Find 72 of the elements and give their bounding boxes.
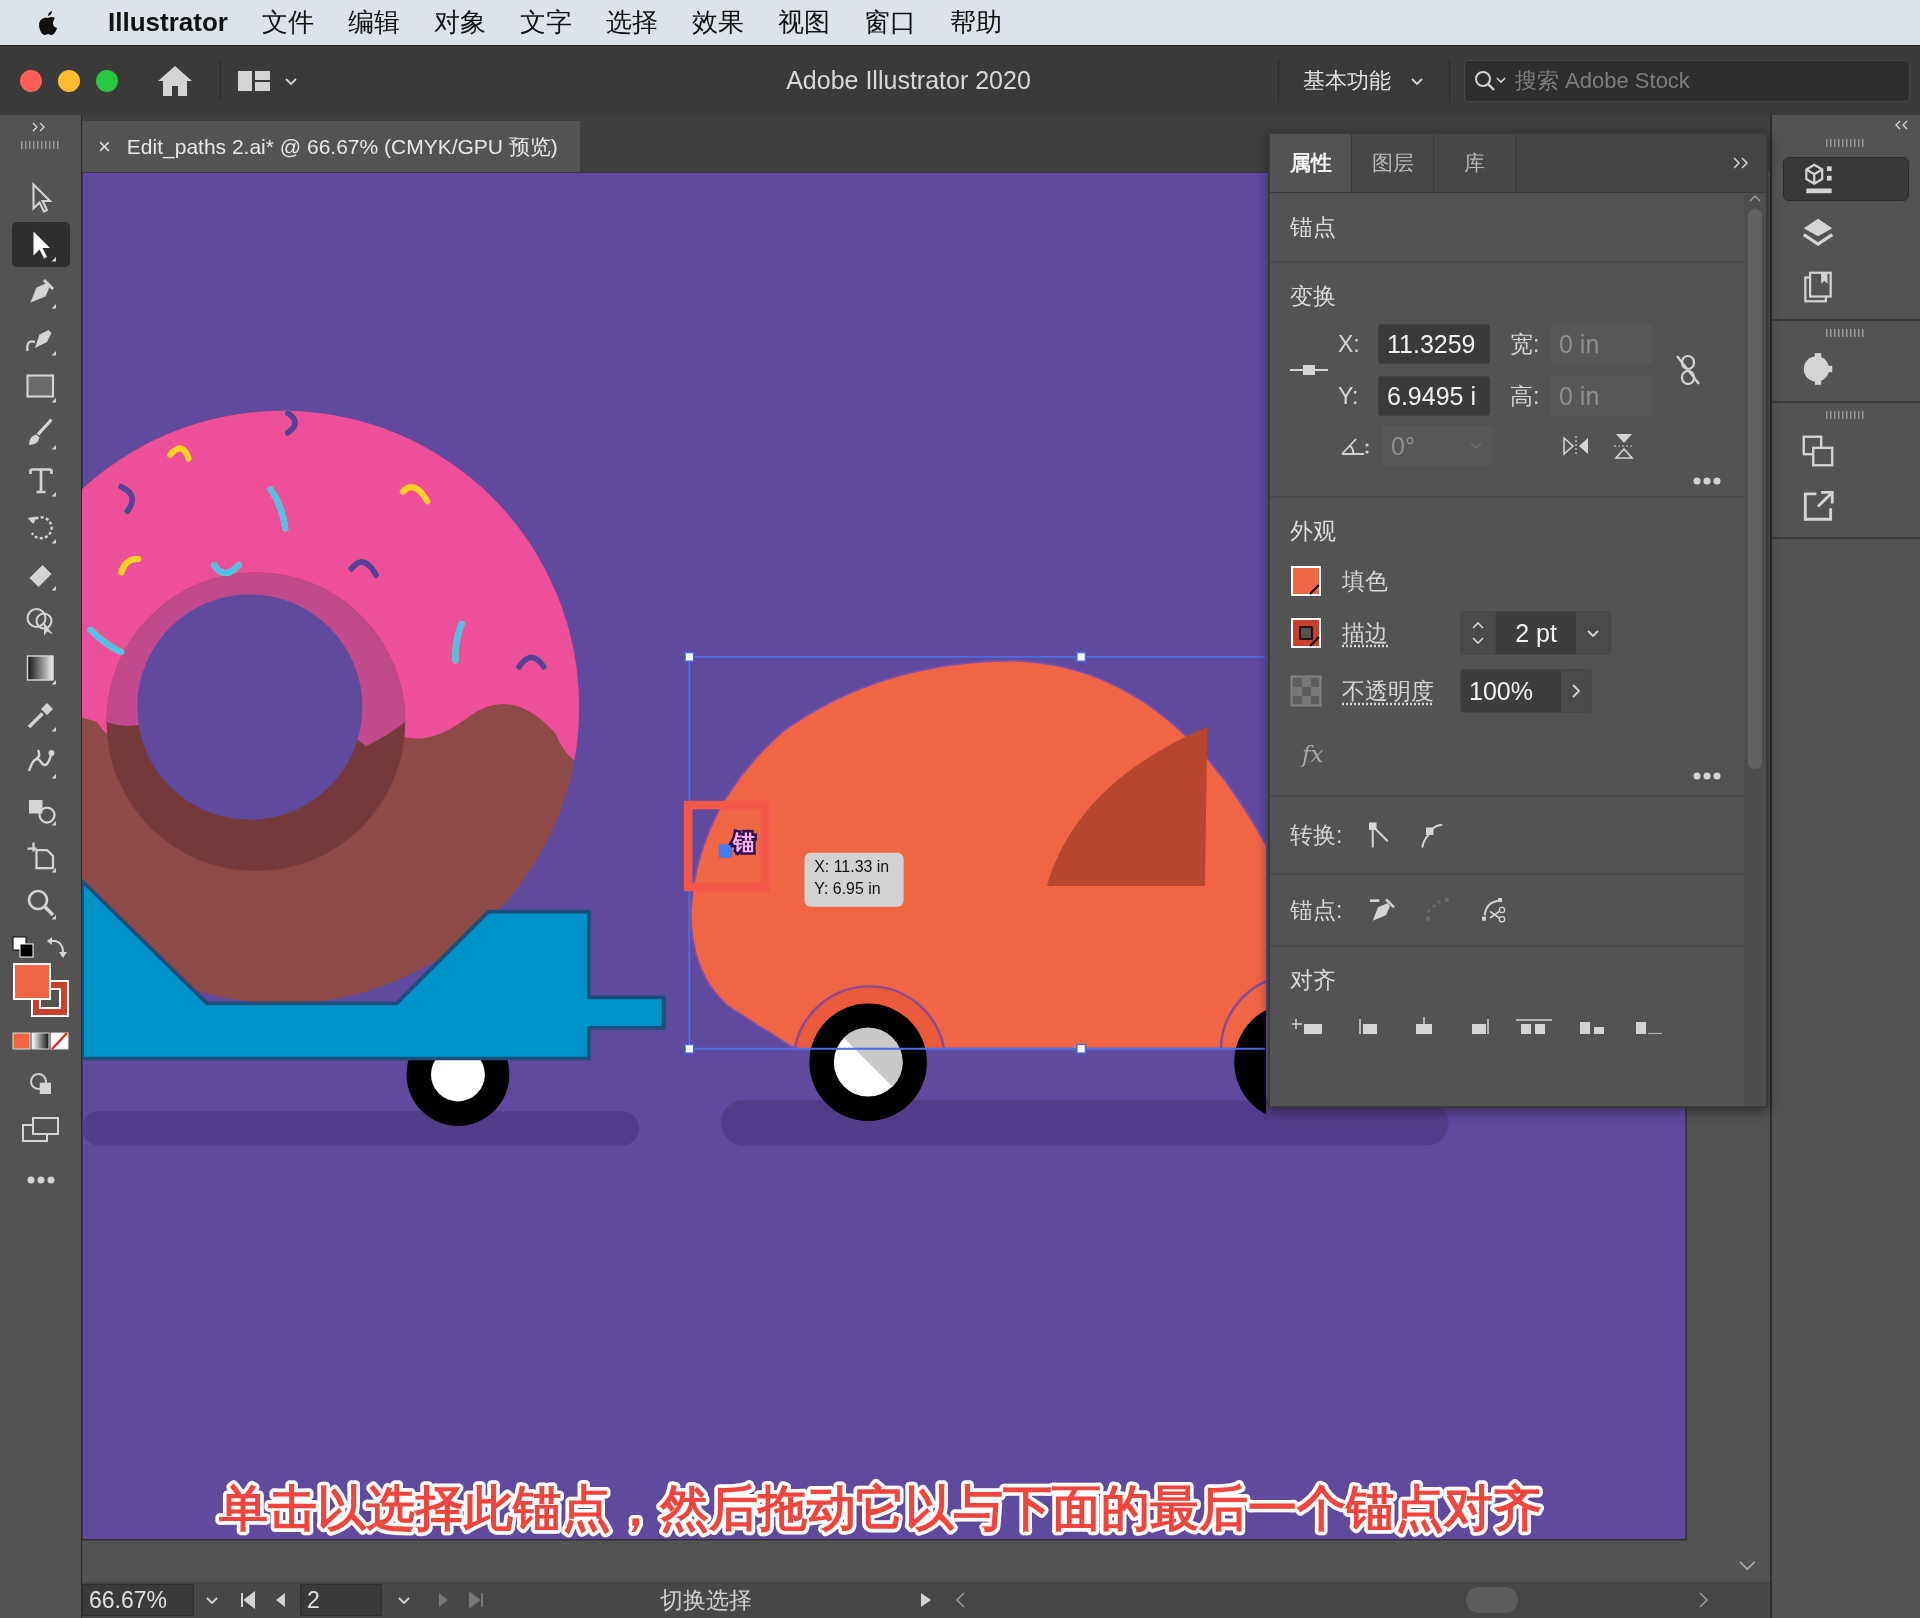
fill-stroke-swatch-icon[interactable] [10,961,71,1019]
apple-icon[interactable] [36,8,60,37]
first-artboard-icon[interactable] [238,1590,258,1610]
y-label: Y: [1338,382,1360,410]
document-tab[interactable]: × Edit_paths 2.ai* @ 66.67% (CMYK/GPU 预览) [82,121,580,172]
home-icon[interactable] [156,63,194,98]
color-mode-icon[interactable] [11,1031,70,1051]
search-input[interactable]: 搜索 Adobe Stock [1513,66,1909,95]
scroll-up-icon[interactable] [1748,193,1762,203]
artboard-field[interactable]: 2 [300,1584,382,1616]
anchor-hint: 锚 [733,830,756,856]
zoom-field[interactable]: 66.67% [82,1584,194,1616]
grip-icon[interactable] [20,141,61,149]
more-icon[interactable] [1692,771,1722,781]
document-title: Edit_paths 2.ai* @ 66.67% (CMYK/GPU 预览) [126,133,558,161]
grip-icon[interactable] [1826,329,1866,337]
close-tab-button[interactable]: × [98,133,111,160]
section-title: 外观 [1290,518,1336,544]
coordinates-tooltip: X: 11.33 in Y: 6.95 in [804,852,904,907]
more-icon[interactable] [1692,476,1722,486]
width-label: 宽: [1510,329,1541,359]
y-field[interactable]: 6.9495 i [1378,376,1490,416]
menu-item[interactable]: 帮助 [949,5,1002,40]
search-field[interactable]: 搜索 Adobe Stock [1464,59,1910,102]
x-label: X: [1338,330,1361,358]
selection-bounding-box[interactable] [684,651,1266,1054]
subtitle-caption: 单击以选择此锚点，然后拖动它以与下面的最后一个锚点对齐 [218,1481,1542,1536]
reference-point-icon[interactable] [1290,363,1328,377]
panel-tab[interactable]: 属性 [1270,134,1352,192]
fill-label: 填色 [1342,566,1388,596]
flip-vertical-icon[interactable] [1612,432,1636,460]
current-tool-label: 切换选择 [659,1585,753,1615]
stroke-label[interactable]: 描边 [1342,617,1440,649]
menu-item[interactable]: 选择 [605,5,658,40]
section-title: 对齐 [1290,967,1336,993]
grip-icon[interactable] [1826,411,1866,419]
dock-panel-button[interactable] [1783,157,1909,201]
menu-item[interactable]: 窗口 [863,5,916,40]
minimize-window-button[interactable] [58,69,80,92]
convert-label: 转换: [1290,820,1343,850]
app-name-menu[interactable]: Illustrator [108,7,228,38]
menu-item[interactable]: 文件 [261,5,314,40]
anchor-points-label: 锚点: [1290,895,1343,925]
height-label: 高: [1510,381,1541,411]
tool-button[interactable] [11,222,70,267]
grip-icon[interactable] [1826,139,1866,147]
screen-mode-icon[interactable] [20,1115,61,1145]
search-icon[interactable] [1473,68,1507,93]
menu-item[interactable]: 编辑 [347,5,400,40]
x-field[interactable]: 11.3259 [1378,324,1490,364]
opacity-label[interactable]: 不透明度 [1342,675,1440,707]
zoom-window-button[interactable] [96,69,118,92]
scroll-down-icon[interactable] [1739,1560,1756,1571]
window-title: Adobe Illustrator 2020 [785,66,1032,95]
layout-icon[interactable] [237,68,271,93]
section-title: 锚点 [1290,212,1336,242]
workspace-dropdown[interactable]: 基本功能 [1278,58,1450,103]
menu-item[interactable]: 视图 [777,5,830,40]
default-colors-icon[interactable] [10,935,35,959]
stroke-swatch[interactable] [1290,617,1322,649]
opacity-swatch[interactable] [1290,675,1322,707]
flip-horizontal-icon[interactable] [1562,434,1590,458]
menu-item[interactable]: 对象 [433,5,486,40]
scroll-right-icon[interactable] [1696,1590,1710,1610]
menu-item[interactable]: 文字 [519,5,572,40]
unlink-icon[interactable] [1674,353,1702,387]
fill-swatch[interactable] [1290,565,1322,597]
section-title: 变换 [1290,283,1336,309]
more-icon[interactable] [25,1175,56,1185]
close-window-button[interactable] [20,69,42,92]
scroll-left-icon[interactable] [954,1590,968,1610]
menu-item[interactable]: 效果 [691,5,744,40]
